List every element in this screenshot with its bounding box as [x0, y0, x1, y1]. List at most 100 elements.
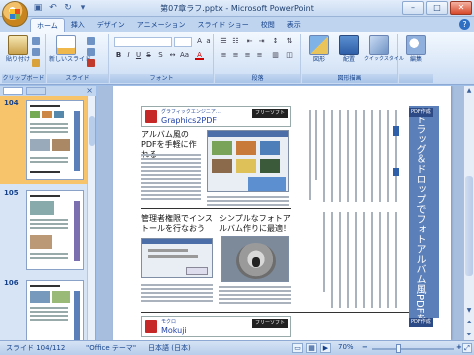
zoom-slider-knob[interactable]: [396, 344, 402, 353]
smartart-icon[interactable]: ◫: [285, 51, 294, 60]
copy-button[interactable]: [32, 47, 44, 56]
theme-name: "Office テーマ": [86, 344, 137, 352]
slide-canvas[interactable]: グラフィックエンジニア… Graphics2PDF フリーソフト アルバム風のP…: [113, 86, 451, 340]
strikethrough-button[interactable]: S: [144, 51, 153, 60]
slides-tab-icon[interactable]: [3, 87, 23, 95]
software-title: Graphics2PDF: [161, 116, 218, 125]
decrease-indent-icon[interactable]: ⇤: [245, 37, 254, 46]
font-name-box[interactable]: [114, 37, 172, 47]
scroll-up-icon[interactable]: ▲: [464, 86, 474, 96]
slide-thumbnail-row[interactable]: 104: [0, 96, 88, 184]
minimize-button[interactable]: –: [402, 1, 424, 15]
zoom-out-icon[interactable]: −: [362, 343, 368, 351]
shadow-button[interactable]: S: [156, 51, 165, 60]
slide-thumbnail[interactable]: [26, 100, 84, 180]
shapes-button[interactable]: 図形: [304, 35, 334, 72]
slide-thumbnail-row[interactable]: 105: [0, 186, 88, 274]
tab-home[interactable]: ホーム: [30, 18, 65, 32]
scissors-icon: [32, 36, 40, 45]
reset-icon: [87, 47, 95, 56]
screenshot-image: [207, 130, 289, 192]
zoom-level[interactable]: 70%: [338, 343, 354, 351]
layout-icon: [87, 36, 95, 45]
freesoft-tag: フリーソフト: [251, 319, 288, 328]
tab-view[interactable]: 表示: [281, 18, 307, 32]
new-slide-label: 新しいスライド: [49, 56, 92, 63]
maximize-button[interactable]: □: [426, 1, 448, 15]
zoom-slider[interactable]: [372, 348, 454, 350]
slide-sorter-icon[interactable]: ▦: [306, 343, 317, 353]
zoom-in-icon[interactable]: +: [456, 343, 462, 351]
next-slide-icon[interactable]: ⏷: [464, 330, 474, 340]
tab-animation[interactable]: アニメーション: [131, 18, 192, 32]
text-direction-icon[interactable]: ⇅: [285, 37, 294, 46]
scrollbar-thumb[interactable]: [465, 176, 473, 276]
paste-button[interactable]: 貼り付け: [3, 35, 33, 72]
scrollbar-thumb[interactable]: [89, 116, 95, 146]
close-pane-icon[interactable]: ×: [86, 86, 93, 96]
font-size-box[interactable]: [174, 37, 192, 47]
new-slide-icon: [56, 35, 76, 55]
tab-insert[interactable]: 挿入: [65, 18, 91, 32]
normal-view-icon[interactable]: ▭: [292, 343, 303, 353]
office-button[interactable]: [2, 1, 28, 27]
shapes-label: 図形: [312, 56, 325, 63]
line-spacing-icon[interactable]: ↕: [271, 37, 280, 46]
editing-group-label: [399, 74, 433, 83]
scroll-down-icon[interactable]: ▼: [464, 306, 474, 316]
columns-icon[interactable]: ▥: [271, 51, 280, 60]
align-center-icon[interactable]: ≡: [231, 51, 240, 60]
align-left-icon[interactable]: ≡: [219, 51, 228, 60]
font-color-button[interactable]: A: [195, 51, 204, 60]
slideshow-view-icon[interactable]: ▶: [320, 343, 331, 353]
pane-tabs: ×: [0, 86, 96, 96]
arrange-button[interactable]: 配置: [334, 35, 364, 72]
tab-design[interactable]: デザイン: [91, 18, 131, 32]
language-indicator[interactable]: 日本語 (日本): [148, 343, 191, 353]
album-heading: シンプルなフォトアルバム作りに最適！: [219, 214, 291, 233]
close-button[interactable]: ✕: [450, 1, 472, 15]
format-painter-button[interactable]: [32, 58, 44, 67]
title-bar: ▣ ↶ ↻ ▾ 第07章ラフ.pptx - Microsoft PowerPoi…: [0, 0, 474, 27]
software-header: グラフィックエンジニア… Graphics2PDF フリーソフト: [141, 106, 291, 127]
shrink-font-icon[interactable]: a: [204, 37, 213, 46]
align-right-icon[interactable]: ≡: [243, 51, 252, 60]
italic-button[interactable]: I: [124, 51, 133, 60]
shapes-icon: [309, 35, 329, 55]
software-header-mokuji: モクロ Mokuji フリーソフト: [141, 316, 291, 337]
slides-pane-scrollbar[interactable]: [87, 96, 95, 340]
drawing-group-label: 図形描画: [302, 74, 397, 83]
slide-thumbnail[interactable]: [26, 190, 84, 270]
increase-indent-icon[interactable]: ⇥: [257, 37, 266, 46]
case-button[interactable]: Aa: [180, 51, 189, 60]
quick-style-button[interactable]: クイックスタイル: [364, 35, 404, 72]
justify-icon[interactable]: ≡: [255, 51, 264, 60]
delete-slide-button[interactable]: [87, 58, 105, 67]
window-controls: – □ ✕: [402, 1, 472, 15]
layout-button[interactable]: [87, 36, 105, 45]
tab-slideshow[interactable]: スライド ショー: [192, 18, 255, 32]
bold-button[interactable]: B: [114, 51, 123, 60]
vertical-scrollbar[interactable]: ▲ ▼ ⏶ ⏷: [463, 86, 474, 340]
slides-group: 新しいスライド スライド: [47, 34, 109, 83]
help-icon[interactable]: ?: [459, 19, 470, 30]
clipboard-group-label: クリップボード: [2, 74, 45, 83]
grow-font-icon[interactable]: A: [195, 37, 204, 46]
bullets-icon[interactable]: ☰: [219, 37, 228, 46]
edit-button[interactable]: 編集: [401, 35, 431, 72]
fit-to-window-icon[interactable]: ⤢: [462, 343, 472, 353]
clipboard-icon: [8, 35, 28, 55]
new-slide-button[interactable]: 新しいスライド: [49, 35, 92, 72]
numbering-icon[interactable]: ☷: [231, 37, 240, 46]
tab-review[interactable]: 校閲: [255, 18, 281, 32]
spacing-button[interactable]: ↔: [168, 51, 177, 60]
reset-button[interactable]: [87, 47, 105, 56]
software-subtitle: グラフィックエンジニア…: [161, 109, 221, 115]
cut-button[interactable]: [32, 36, 44, 45]
outline-tab-icon[interactable]: [26, 87, 46, 95]
previous-slide-icon[interactable]: ⏶: [464, 318, 474, 328]
underline-button[interactable]: U: [134, 51, 143, 60]
vertical-title-bar: ドラッグ＆ドロップでフォトアルバム風PDFを作れる: [409, 106, 439, 340]
vertical-title: ドラッグ＆ドロップでフォトアルバム風PDFを作れる: [414, 114, 425, 340]
status-bar: スライド 104/112 "Office テーマ" 日本語 (日本) ▭ ▦ ▶…: [0, 340, 474, 355]
